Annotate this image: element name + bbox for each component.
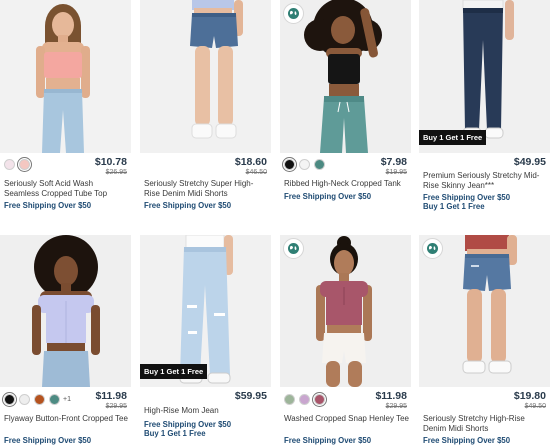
product-name[interactable]: Seriously Stretchy High-Rise Denim Midi …: [423, 414, 548, 434]
product-image[interactable]: [280, 235, 411, 387]
color-swatches: [284, 392, 325, 406]
product-name[interactable]: Washed Cropped Snap Henley Tee: [284, 414, 409, 424]
sale-price: $7.98: [380, 156, 407, 168]
original-price: $29.95: [385, 403, 407, 410]
globe-icon: [288, 8, 299, 19]
price-block: $49.95: [514, 156, 546, 168]
color-swatch[interactable]: [4, 158, 15, 170]
original-price: $49.50: [524, 403, 546, 410]
product-name[interactable]: Premium Seriously Stretchy Mid-Rise Skin…: [423, 171, 548, 191]
model-photo: [419, 235, 550, 387]
product-name[interactable]: Seriously Soft Acid Wash Seamless Croppe…: [4, 179, 129, 199]
model-photo: [280, 235, 411, 387]
color-swatch[interactable]: [34, 393, 45, 405]
product-image[interactable]: [0, 0, 131, 153]
product-card[interactable]: +1 $11.98 $29.95 Flyaway Button-Front Cr…: [0, 235, 131, 447]
shipping-text: Free Shipping Over $50: [4, 436, 92, 445]
color-swatch[interactable]: [314, 158, 325, 170]
sale-price: $19.80: [513, 390, 546, 402]
price: $49.95: [513, 156, 546, 168]
price-block: $18.60 $46.50: [235, 156, 267, 177]
model-photo: [280, 0, 411, 153]
product-grid: $10.78 $26.95 Seriously Soft Acid Wash S…: [0, 0, 550, 447]
product-image[interactable]: [140, 0, 271, 153]
color-swatches: [4, 157, 30, 171]
globe-icon: [427, 243, 438, 254]
model-photo: [140, 0, 271, 153]
sale-price: $18.60: [234, 156, 267, 168]
eco-badge-icon: [422, 238, 443, 259]
original-price: $19.95: [385, 169, 407, 176]
color-swatch[interactable]: [299, 393, 310, 405]
eco-badge-icon: [283, 3, 304, 24]
product-image[interactable]: Buy 1 Get 1 Free: [419, 0, 550, 153]
color-swatch-selected[interactable]: [284, 158, 295, 170]
color-swatch[interactable]: [19, 393, 30, 405]
shipping-text: Free Shipping Over $50: [144, 201, 232, 210]
product-card[interactable]: $7.98 $19.95 Ribbed High-Neck Cropped Ta…: [280, 0, 411, 222]
promo-text: Buy 1 Get 1 Free: [144, 429, 206, 438]
price-block: $59.95: [235, 390, 267, 402]
product-card[interactable]: Buy 1 Get 1 Free $59.95 High-Rise Mom Je…: [140, 235, 271, 447]
model-photo: [0, 0, 131, 153]
product-name[interactable]: Seriously Stretchy Super High-Rise Denim…: [144, 179, 269, 199]
color-swatch[interactable]: [49, 393, 60, 405]
globe-icon: [288, 243, 299, 254]
price-block: $19.80 $49.50: [514, 390, 546, 411]
sale-price: $10.78: [94, 156, 127, 168]
product-image[interactable]: [280, 0, 411, 153]
price: $59.95: [234, 390, 267, 402]
original-price: $26.95: [105, 169, 127, 176]
product-card[interactable]: $10.78 $26.95 Seriously Soft Acid Wash S…: [0, 0, 131, 222]
promo-badge: Buy 1 Get 1 Free: [419, 130, 487, 145]
product-image[interactable]: [419, 235, 550, 387]
price-block: $11.98 $29.95: [95, 390, 127, 411]
original-price: $46.50: [245, 169, 267, 176]
product-card[interactable]: Buy 1 Get 1 Free $49.95 Premium Seriousl…: [419, 0, 550, 222]
color-swatch-selected[interactable]: [4, 393, 15, 405]
product-card[interactable]: $19.80 $49.50 Seriously Stretchy High-Ri…: [419, 235, 550, 447]
original-price: $29.95: [105, 403, 127, 410]
color-swatches: [284, 157, 325, 171]
model-photo: [0, 235, 131, 387]
price-block: $10.78 $26.95: [95, 156, 127, 177]
color-swatches: +1: [4, 392, 71, 406]
promo-text: Buy 1 Get 1 Free: [423, 202, 485, 211]
shipping-text: Free Shipping Over $50: [284, 436, 372, 445]
more-colors-count[interactable]: +1: [63, 396, 71, 403]
color-swatch-selected[interactable]: [314, 393, 325, 405]
product-card[interactable]: $18.60 $46.50 Seriously Stretchy Super H…: [140, 0, 271, 222]
product-image[interactable]: Buy 1 Get 1 Free: [140, 235, 271, 387]
shipping-text: Free Shipping Over $50: [284, 192, 372, 201]
product-name[interactable]: Ribbed High-Neck Cropped Tank: [284, 179, 409, 189]
promo-badge: Buy 1 Get 1 Free: [140, 364, 208, 379]
shipping-text: Free Shipping Over $50: [4, 201, 92, 210]
product-card[interactable]: $11.98 $29.95 Washed Cropped Snap Henley…: [280, 235, 411, 447]
product-name[interactable]: Flyaway Button-Front Cropped Tee: [4, 414, 129, 424]
price-block: $11.98 $29.95: [375, 390, 407, 411]
color-swatch-selected[interactable]: [19, 158, 30, 170]
shipping-text: Free Shipping Over $50: [423, 436, 511, 445]
eco-badge-icon: [283, 238, 304, 259]
color-swatch[interactable]: [284, 393, 295, 405]
color-swatch[interactable]: [299, 158, 310, 170]
sale-price: $11.98: [95, 390, 127, 402]
price-block: $7.98 $19.95: [381, 156, 407, 177]
sale-price: $11.98: [375, 390, 407, 402]
product-image[interactable]: [0, 235, 131, 387]
product-name[interactable]: High-Rise Mom Jean: [144, 406, 269, 416]
